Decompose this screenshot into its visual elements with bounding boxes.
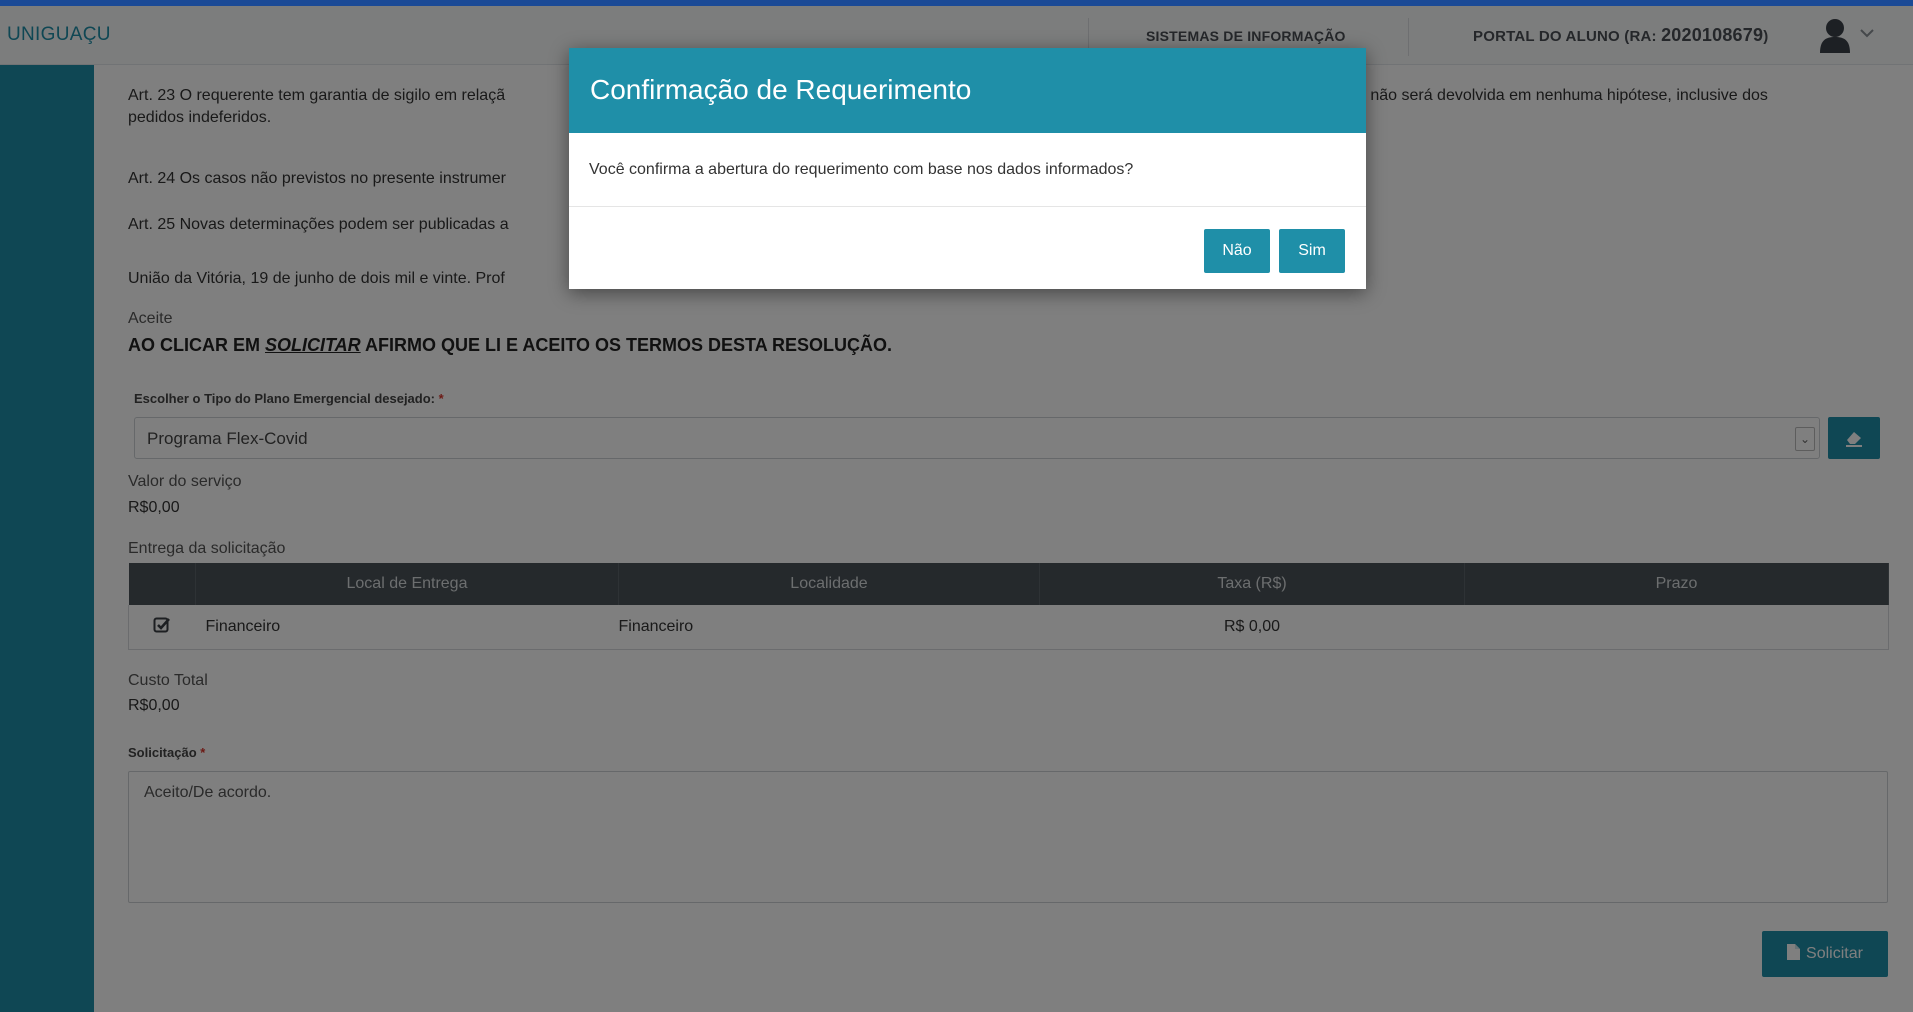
modal-header: Confirmação de Requerimento bbox=[569, 48, 1366, 133]
yes-button[interactable]: Sim bbox=[1279, 229, 1345, 273]
modal-divider bbox=[569, 206, 1366, 207]
modal-message: Você confirma a abertura do requerimento… bbox=[589, 161, 1134, 178]
app-screen: UNIGUAÇU SISTEMAS DE INFORMAÇÃO PORTAL D… bbox=[0, 6, 1913, 1012]
modal-title: Confirmação de Requerimento bbox=[590, 74, 972, 105]
no-button[interactable]: Não bbox=[1204, 229, 1270, 273]
confirmation-modal: Confirmação de Requerimento Você confirm… bbox=[569, 48, 1366, 289]
